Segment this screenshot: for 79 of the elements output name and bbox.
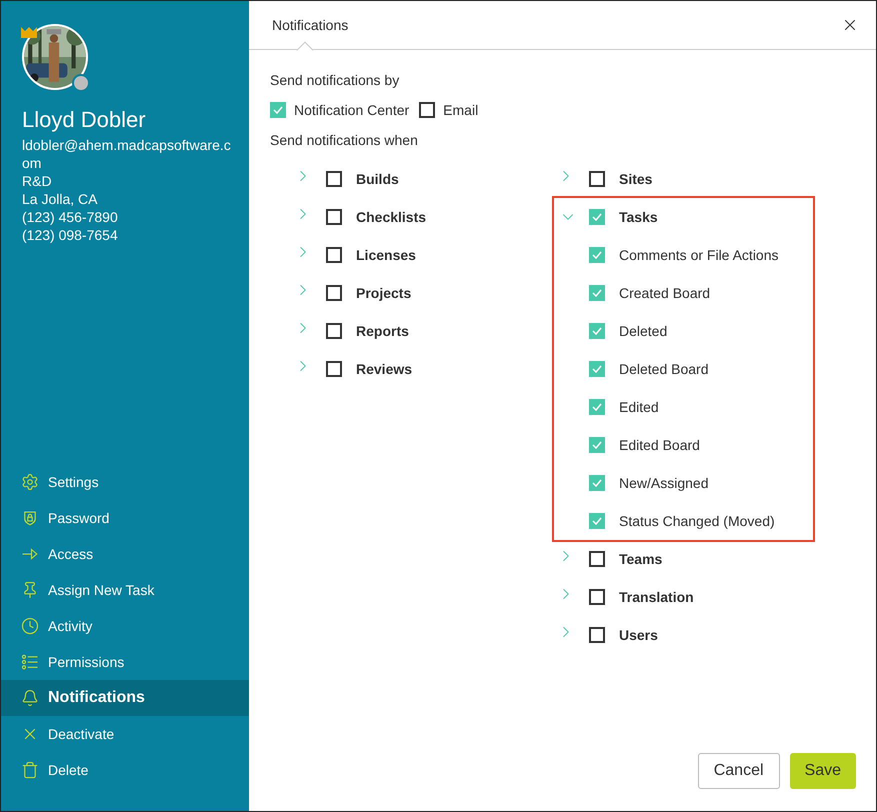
- checkbox[interactable]: [589, 323, 605, 339]
- checkbox[interactable]: [589, 475, 605, 491]
- checkbox[interactable]: [326, 247, 342, 263]
- option-label: Email: [443, 100, 478, 120]
- list-icon: [21, 653, 39, 671]
- user-detail: (123) 098-7654: [22, 226, 119, 244]
- nav-item[interactable]: Settings: [1, 464, 249, 500]
- pin-icon: [21, 581, 39, 599]
- checkbox[interactable]: [589, 285, 605, 301]
- section-label: Send notifications by: [270, 71, 400, 90]
- option-label: Edited: [619, 398, 659, 416]
- category-label: Projects: [356, 284, 412, 303]
- category-label: Translation: [619, 588, 694, 606]
- check-icon: [591, 363, 603, 375]
- gear-icon: [21, 473, 39, 491]
- category-label: Reviews: [356, 360, 412, 378]
- checkbox[interactable]: [589, 361, 605, 377]
- checkbox[interactable]: [589, 209, 605, 225]
- checkbox[interactable]: [270, 102, 286, 118]
- dialog-title: Notifications: [272, 16, 348, 34]
- bell-icon: [21, 689, 39, 707]
- checkbox[interactable]: [589, 399, 605, 415]
- check-icon: [591, 211, 603, 223]
- category-label: Teams: [619, 550, 662, 568]
- option-label: Notification Center: [294, 100, 410, 120]
- nav-item[interactable]: Assign New Task: [1, 572, 249, 608]
- save-button[interactable]: Save: [790, 753, 856, 789]
- category-label: Reports: [356, 322, 409, 341]
- category-label: Licenses: [356, 246, 416, 264]
- option-label: New/Assigned: [619, 474, 708, 493]
- check-icon: [591, 249, 603, 261]
- checkbox[interactable]: [589, 513, 605, 529]
- option-label: Deleted: [619, 322, 668, 340]
- option-label: Created Board: [619, 284, 710, 302]
- option-label: Deleted Board: [619, 360, 709, 378]
- section-label: Send notifications when: [270, 131, 419, 150]
- checkbox[interactable]: [326, 323, 342, 339]
- nav-item[interactable]: Deactivate: [1, 716, 249, 752]
- check-icon: [591, 401, 603, 413]
- check-icon: [591, 325, 603, 337]
- clock-icon: [21, 617, 39, 635]
- nav-item[interactable]: Permissions: [1, 644, 249, 680]
- check-icon: [591, 477, 603, 489]
- checkbox[interactable]: [326, 171, 342, 187]
- category-label: Builds: [356, 170, 399, 188]
- category-label: Sites: [619, 170, 652, 188]
- category-label: Tasks: [619, 208, 658, 226]
- nav-item[interactable]: Delete: [1, 752, 249, 788]
- nav-item[interactable]: Access: [1, 536, 249, 572]
- checkbox[interactable]: [326, 285, 342, 301]
- nav-item[interactable]: Activity: [1, 608, 249, 644]
- checkbox[interactable]: [589, 247, 605, 263]
- shield-lock-icon: [21, 509, 39, 527]
- user-detail: R&D: [22, 172, 53, 190]
- category-label: Users: [619, 626, 658, 644]
- checkbox[interactable]: [589, 627, 605, 643]
- check-icon: [272, 104, 284, 116]
- checkbox[interactable]: [419, 102, 436, 118]
- category-label: Checklists: [356, 208, 426, 226]
- option-label: Edited Board: [619, 436, 700, 454]
- checkbox[interactable]: [589, 589, 605, 605]
- checkbox[interactable]: [589, 437, 605, 453]
- user-detail: La Jolla, CA: [22, 190, 98, 208]
- checkbox[interactable]: [326, 361, 342, 377]
- user-name: Lloyd Dobler: [22, 106, 147, 134]
- checkbox[interactable]: [589, 551, 605, 567]
- user-detail: ldobler@ahem.madcapsoftware.com: [22, 136, 231, 172]
- checkbox[interactable]: [326, 209, 342, 225]
- nav-item[interactable]: Notifications: [1, 680, 249, 716]
- cancel-button[interactable]: Cancel: [698, 753, 780, 789]
- option-label: Comments or File Actions: [619, 246, 778, 264]
- user-detail: (123) 456-7890: [22, 208, 119, 226]
- option-label: Status Changed (Moved): [619, 512, 775, 531]
- checkbox[interactable]: [589, 171, 605, 187]
- check-icon: [591, 287, 603, 299]
- nav-item[interactable]: Password: [1, 500, 249, 536]
- check-icon: [591, 515, 603, 527]
- trash-icon: [21, 761, 39, 779]
- check-icon: [591, 439, 603, 451]
